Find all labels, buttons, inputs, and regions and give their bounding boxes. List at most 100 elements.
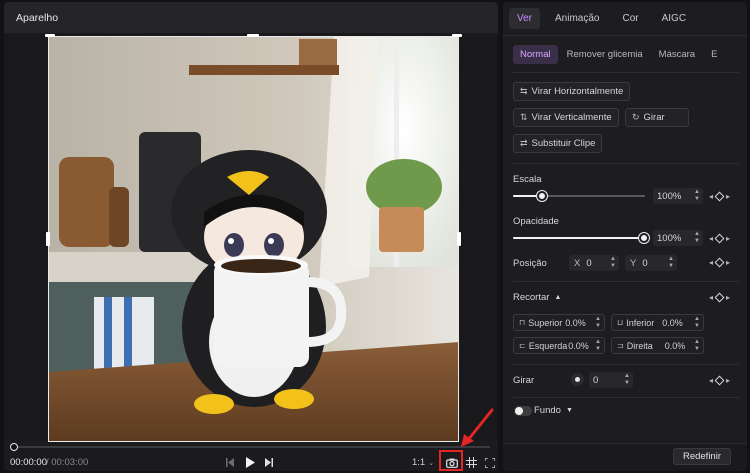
crop-left-input[interactable]: ⊏ Esquerda 0.0% ▲ ▼ — [513, 337, 605, 354]
position-x-value: 0 — [586, 257, 592, 269]
flip-horizontal-button[interactable]: ⇆ Virar Horizontalmente — [513, 82, 631, 101]
replace-icon: ⇄ — [520, 138, 528, 148]
crop-top-stepper[interactable]: ▲ ▼ — [595, 316, 601, 330]
position-y-value: 0 — [642, 257, 648, 269]
crop-handle-top-right[interactable] — [452, 34, 462, 37]
crop-section-toggle[interactable]: Recortar ▲ — [513, 292, 561, 303]
background-section-toggle[interactable]: Fundo ▼ — [534, 405, 573, 416]
video-frame[interactable] — [48, 36, 459, 442]
reset-label: Redefinir — [682, 451, 721, 462]
rotate-button-label: Girar — [643, 112, 665, 123]
next-keyframe-icon[interactable]: ▸ — [726, 293, 730, 302]
ratio-select[interactable]: 1:1 ⌄ — [411, 457, 435, 468]
position-keyframe[interactable]: ◂ ▸ — [709, 257, 730, 268]
grid-icon[interactable] — [465, 457, 477, 468]
crop-left-icon: ⊏ — [519, 341, 526, 350]
prev-keyframe-icon[interactable]: ◂ — [709, 293, 713, 302]
crop-top-input[interactable]: ⊓ Superior 0.0% ▲ ▼ — [513, 314, 605, 331]
crop-bottom-input[interactable]: ⊔ Inferior 0.0% ▲ ▼ — [611, 314, 704, 331]
crop-handle-top[interactable] — [247, 34, 259, 37]
timeline-track[interactable] — [12, 446, 490, 448]
divider — [513, 281, 739, 282]
timeline-playhead[interactable] — [10, 443, 18, 451]
next-frame-icon[interactable] — [263, 458, 275, 467]
tab-animacao[interactable]: Animação — [547, 8, 607, 29]
background-toggle[interactable] — [514, 406, 532, 416]
prev-keyframe-icon[interactable]: ◂ — [709, 234, 713, 243]
next-keyframe-icon[interactable]: ▸ — [726, 376, 730, 385]
tab-ver[interactable]: Ver — [509, 8, 541, 29]
crop-handle-top-left[interactable] — [45, 34, 55, 37]
flip-horizontal-icon: ⇆ — [520, 86, 528, 96]
crop-top-label: Superior — [528, 317, 563, 328]
opacity-stepper[interactable]: ▲ ▼ — [694, 231, 700, 245]
scale-keyframe[interactable]: ◂ ▸ — [709, 191, 730, 202]
player-controls: 00:00:00 / 00:03:00 1:1 ⌄ — [4, 450, 498, 471]
keyframe-diamond-icon[interactable] — [714, 292, 725, 303]
crop-bottom-stepper[interactable]: ▲ ▼ — [694, 316, 700, 330]
penguin-plush-image — [49, 37, 458, 441]
reset-button[interactable]: Redefinir — [672, 448, 731, 465]
opacity-input[interactable]: 100% ▲ ▼ — [653, 230, 703, 246]
opacity-slider[interactable] — [513, 233, 649, 243]
flip-vertical-button[interactable]: ⇅ Virar Verticalmente — [513, 108, 619, 127]
divider — [513, 397, 739, 398]
opacity-slider-thumb[interactable] — [639, 233, 649, 243]
crop-right-value: 0.0% — [664, 340, 686, 351]
scale-stepper[interactable]: ▲ ▼ — [694, 189, 700, 203]
rotation-dial-icon[interactable] — [571, 373, 584, 386]
rotation-label: Girar — [513, 375, 535, 386]
prev-keyframe-icon[interactable]: ◂ — [709, 258, 713, 267]
crop-right-icon: ⊐ — [617, 341, 624, 350]
chevron-down-icon: ⌄ — [428, 459, 435, 467]
rotate-icon: ↻ — [632, 112, 640, 122]
time-current: 00:00:00 — [10, 457, 47, 468]
opacity-label: Opacidade — [513, 216, 559, 227]
opacity-keyframe[interactable]: ◂ ▸ — [709, 233, 730, 244]
crop-handle-left[interactable] — [46, 232, 50, 246]
replace-clip-label: Substituir Clipe — [531, 138, 596, 149]
tab-cor[interactable]: Cor — [614, 8, 646, 29]
play-icon[interactable] — [243, 457, 257, 468]
crop-left-stepper[interactable]: ▲ ▼ — [595, 339, 601, 353]
flip-vertical-label: Virar Verticalmente — [531, 112, 612, 123]
prev-frame-icon[interactable] — [224, 458, 236, 467]
scale-slider-thumb[interactable] — [537, 191, 547, 201]
subtab-mascara[interactable]: Máscara — [652, 45, 702, 64]
next-keyframe-icon[interactable]: ▸ — [726, 234, 730, 243]
replace-clip-button[interactable]: ⇄ Substituir Clipe — [513, 134, 603, 153]
crop-keyframe[interactable]: ◂ ▸ — [709, 292, 730, 303]
keyframe-diamond-icon[interactable] — [714, 233, 725, 244]
position-label: Posição — [513, 258, 547, 269]
crop-right-stepper[interactable]: ▲ ▼ — [694, 339, 700, 353]
subtab-remover-glicemia[interactable]: Remover glicemia — [560, 45, 650, 64]
position-x-stepper[interactable]: ▲ ▼ — [610, 256, 616, 270]
rotation-keyframe[interactable]: ◂ ▸ — [709, 375, 730, 386]
prev-keyframe-icon[interactable]: ◂ — [709, 192, 713, 201]
position-x-label: X — [574, 257, 581, 269]
subtab-more[interactable]: E — [704, 45, 719, 64]
keyframe-diamond-icon[interactable] — [714, 257, 725, 268]
prev-keyframe-icon[interactable]: ◂ — [709, 376, 713, 385]
panel-footer: Redefinir — [503, 443, 747, 471]
position-y-input[interactable]: Y 0 ▲ ▼ — [625, 255, 677, 271]
rotation-input[interactable]: 0 ▲ ▼ — [589, 372, 633, 388]
keyframe-diamond-icon[interactable] — [714, 375, 725, 386]
position-x-input[interactable]: X 0 ▲ ▼ — [569, 255, 619, 271]
subtab-normal[interactable]: Normal — [513, 45, 558, 64]
rotate-button[interactable]: ↻ Girar — [625, 108, 689, 127]
tab-aigc[interactable]: AIGC — [654, 8, 694, 29]
camera-icon[interactable] — [445, 458, 459, 468]
crop-right-input[interactable]: ⊐ Direita 0.0% ▲ ▼ — [611, 337, 704, 354]
scale-input[interactable]: 100% ▲ ▼ — [653, 188, 703, 204]
rotation-stepper[interactable]: ▲ ▼ — [624, 373, 630, 387]
background-label: Fundo — [534, 405, 561, 416]
crop-handle-right[interactable] — [457, 232, 461, 246]
position-y-stepper[interactable]: ▲ ▼ — [668, 256, 674, 270]
fullscreen-icon[interactable] — [484, 457, 496, 468]
scale-label: Escala — [513, 174, 542, 185]
next-keyframe-icon[interactable]: ▸ — [726, 192, 730, 201]
scale-slider[interactable] — [513, 191, 645, 201]
next-keyframe-icon[interactable]: ▸ — [726, 258, 730, 267]
keyframe-diamond-icon[interactable] — [714, 191, 725, 202]
